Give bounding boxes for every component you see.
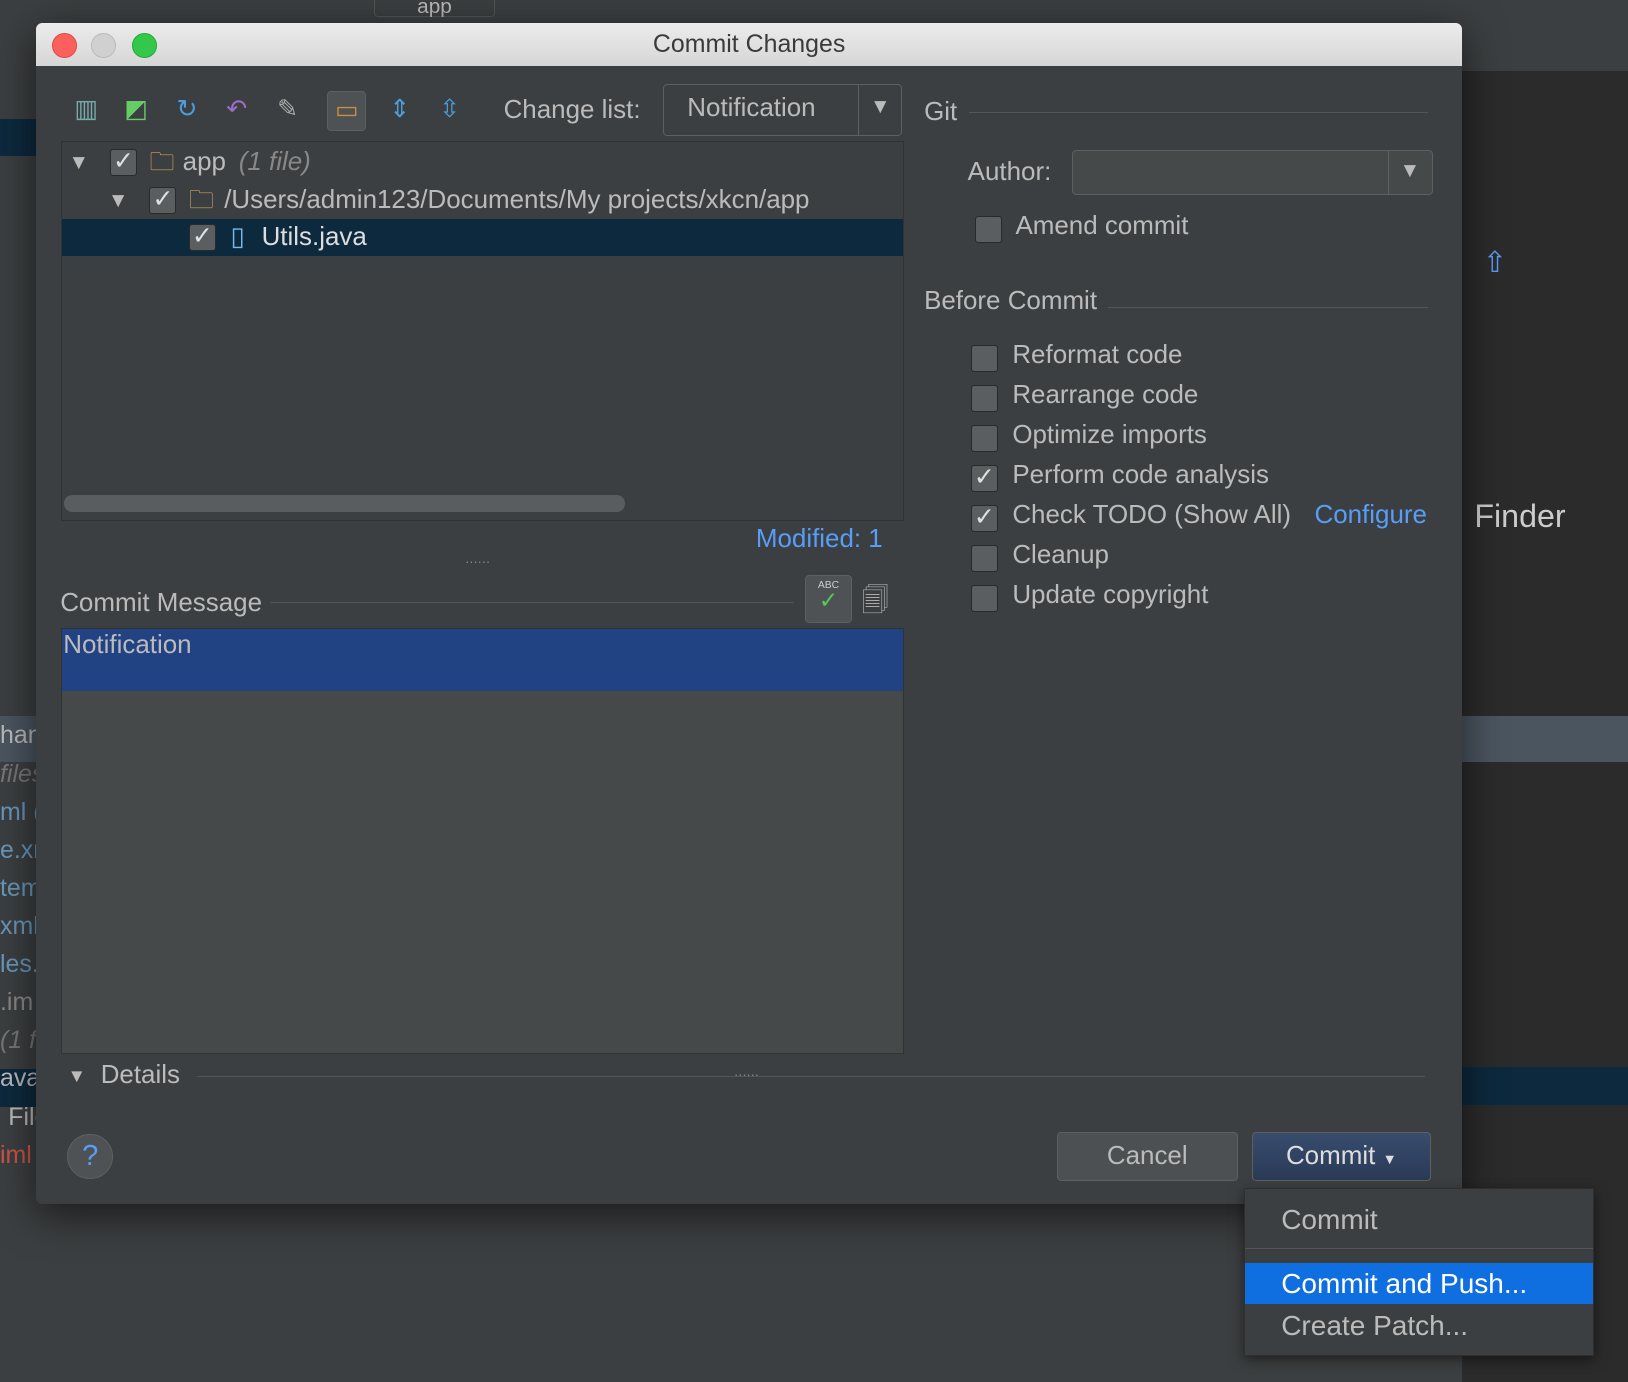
close-button[interactable]	[51, 33, 77, 59]
ide-editor-area: ⇧ Finder	[1461, 70, 1628, 1382]
finder-hint: Finder	[1474, 498, 1566, 535]
chevron-down-icon: ▼	[870, 95, 891, 119]
menu-item-commit[interactable]: Commit	[1245, 1199, 1593, 1241]
option-checkbox[interactable]: ✓	[970, 505, 998, 532]
chevron-down-icon: ▼	[1399, 158, 1421, 182]
spellcheck-button[interactable]: ABC ✓	[804, 575, 853, 623]
edit-source-icon[interactable]: ✎	[269, 91, 306, 128]
splitter-handle[interactable]: ⋯⋯	[465, 554, 490, 569]
details-toggle-icon[interactable]: ▼	[67, 1065, 85, 1087]
collapse-arrow-icon[interactable]: ▼	[68, 144, 89, 181]
configure-link[interactable]: Configure	[1314, 501, 1426, 530]
window-title: Commit Changes	[652, 29, 846, 58]
option-checkbox[interactable]	[970, 384, 998, 412]
author-combo[interactable]: ▼	[1071, 149, 1433, 196]
checkbox-file[interactable]: ✓	[188, 224, 216, 252]
refresh-icon[interactable]: ↻	[168, 91, 205, 128]
move-changelist-icon[interactable]: ◩	[117, 91, 154, 128]
option-label[interactable]: Reformat code	[1012, 341, 1182, 370]
tree-node-app[interactable]: ▼ ✓ 🗀 app (1 file)	[62, 144, 903, 181]
commit-message-label: Commit Message	[60, 588, 262, 617]
option-checkbox[interactable]	[970, 344, 998, 372]
option-label[interactable]: Optimize imports	[1012, 421, 1207, 450]
menu-item-create-patch[interactable]: Create Patch...	[1245, 1305, 1593, 1347]
arrow-up-icon: ⇧	[1482, 247, 1508, 280]
group-by-directory-icon[interactable]: ▭	[327, 91, 367, 131]
tree-node-folder[interactable]: ▼ ✓ 🗀 /Users/admin123/Documents/My proje…	[62, 182, 903, 219]
screen: app hang files ml ( e.xn tem xml les. .i…	[0, 0, 1628, 1382]
option-label[interactable]: Perform code analysis	[1012, 461, 1269, 490]
node-label: Utils.java	[261, 223, 367, 252]
cancel-button[interactable]: Cancel	[1056, 1131, 1238, 1182]
java-file-icon: ▯	[230, 223, 245, 252]
chevron-down-icon: ▼	[1382, 1151, 1397, 1168]
change-list-value: Notification	[687, 94, 816, 123]
git-section-label: Git	[924, 97, 958, 126]
commit-history-icon[interactable]: 🗐	[862, 581, 889, 627]
title-bar: Commit Changes	[36, 22, 1462, 67]
change-list-select[interactable]: Notification ▼	[663, 84, 903, 136]
commit-changes-dialog: Commit Changes ▥ ◩ ↻ ↶ ✎ ▭ ⇕ ⇳ Change li…	[36, 22, 1462, 1205]
option-checkbox[interactable]	[970, 545, 998, 572]
option-checkbox[interactable]	[970, 424, 998, 452]
option-label[interactable]: Check TODO (Show All)	[1012, 501, 1291, 530]
run-config-combo[interactable]: app	[373, 0, 496, 18]
changes-tree: ▼ ✓ 🗀 app (1 file) ▼ ✓ 🗀 /Users/admin123…	[61, 141, 905, 522]
option-label[interactable]: Update copyright	[1012, 581, 1208, 610]
expand-all-icon[interactable]: ⇕	[381, 91, 418, 128]
collapse-arrow-icon[interactable]: ▼	[108, 182, 129, 219]
option-label[interactable]: Rearrange code	[1012, 381, 1198, 410]
splitter-handle[interactable]: ⋯⋯	[734, 1067, 759, 1082]
zoom-button[interactable]	[131, 33, 157, 59]
commit-message-input[interactable]: Notification	[61, 628, 905, 1054]
modified-count: Modified: 1	[755, 525, 883, 554]
menu-item-commit-and-push[interactable]: Commit and Push...	[1244, 1262, 1593, 1305]
node-label: /Users/admin123/Documents/My projects/xk…	[224, 185, 810, 214]
node-label: app	[182, 148, 226, 177]
node-count: (1 file)	[238, 148, 311, 177]
help-button[interactable]: ?	[67, 1133, 114, 1180]
commit-button[interactable]: Commit ▼	[1252, 1131, 1431, 1182]
amend-commit-label[interactable]: Amend commit	[1015, 212, 1188, 241]
checkbox-app[interactable]: ✓	[109, 149, 137, 177]
module-folder-icon: 🗀	[149, 148, 175, 177]
author-label: Author:	[967, 157, 1052, 186]
checkbox-folder[interactable]: ✓	[149, 186, 177, 214]
rollback-icon[interactable]: ↶	[218, 91, 255, 128]
ide-project-panel	[0, 20, 37, 1382]
option-checkbox[interactable]	[970, 585, 998, 613]
commit-message-text: Notification	[62, 629, 904, 692]
change-list-label: Change list:	[503, 95, 641, 124]
horizontal-scrollbar[interactable]	[64, 495, 625, 512]
commit-dropdown-menu: Commit Commit and Push... Create Patch..…	[1243, 1187, 1594, 1356]
collapse-all-icon[interactable]: ⇳	[431, 91, 468, 128]
tree-node-file[interactable]: ✓ ▯ Utils.java	[62, 219, 904, 257]
details-label[interactable]: Details	[101, 1061, 180, 1090]
option-checkbox[interactable]: ✓	[970, 465, 998, 492]
amend-commit-checkbox[interactable]	[974, 215, 1002, 243]
commit-button-label: Commit	[1285, 1141, 1376, 1170]
ide-toolbar: app	[0, 0, 1628, 21]
folder-icon: 🗀	[188, 185, 214, 214]
option-label[interactable]: Cleanup	[1012, 541, 1109, 570]
diff-icon[interactable]: ▥	[67, 91, 104, 128]
before-commit-label: Before Commit	[924, 286, 1098, 315]
